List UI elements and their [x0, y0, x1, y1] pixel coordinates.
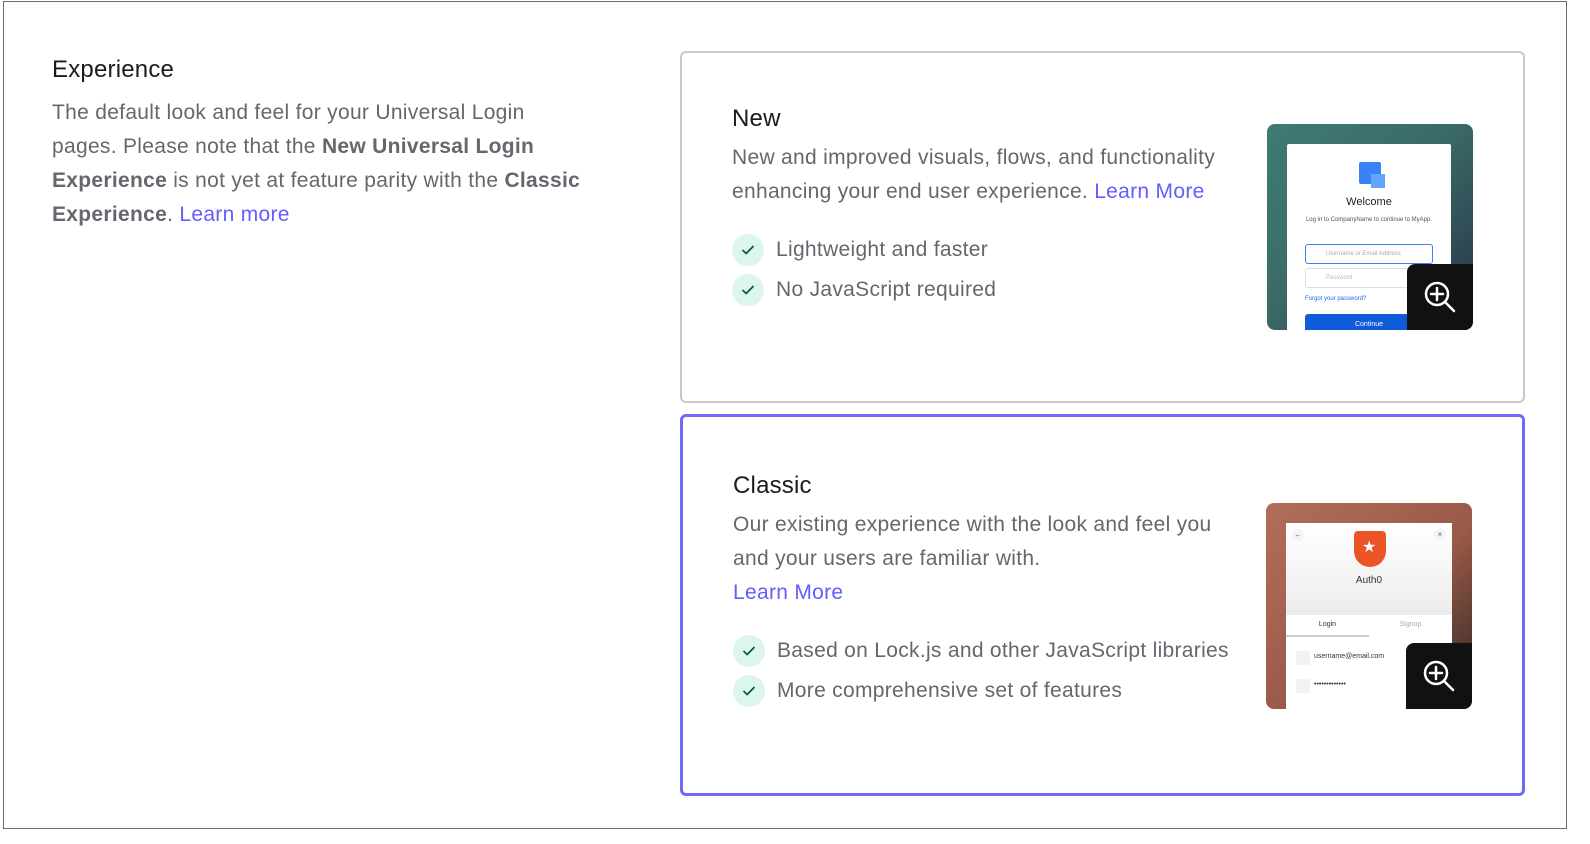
learn-more-link[interactable]: Learn more	[179, 203, 289, 226]
check-icon	[732, 234, 764, 266]
description-text: .	[167, 203, 180, 226]
preview-title: Welcome	[1346, 196, 1392, 208]
option-title: New	[732, 105, 781, 132]
option-card-new[interactable]: New New and improved visuals, flows, and…	[680, 51, 1525, 403]
experience-section: Experience The default look and feel for…	[52, 56, 592, 232]
description-text: is not yet at feature parity with the	[167, 169, 505, 192]
zoom-in-icon[interactable]	[1407, 264, 1473, 330]
close-icon: ×	[1434, 529, 1446, 541]
feature-label: No JavaScript required	[776, 278, 997, 301]
company-logo	[1359, 162, 1385, 188]
learn-more-link[interactable]: Learn More	[733, 581, 843, 604]
option-desc-text: Our existing experience with the look an…	[733, 513, 1212, 570]
option-content: Classic Our existing experience with the…	[733, 472, 1233, 714]
preview-tabs: Login Signup	[1286, 615, 1452, 637]
auth0-logo	[1354, 531, 1386, 567]
feature-label: More comprehensive set of features	[777, 679, 1123, 702]
preview-brand-name: Auth0	[1355, 575, 1383, 586]
feature-list: Lightweight and faster No JavaScript req…	[732, 233, 1232, 307]
user-icon	[1296, 651, 1310, 665]
preview-forgot-link: Forgot your password?	[1305, 296, 1367, 302]
option-content: New New and improved visuals, flows, and…	[732, 105, 1232, 313]
preview-subtitle: Log in to CompanyName to continue to MyA…	[1305, 217, 1433, 223]
preview-tab-signup: Signup	[1399, 621, 1422, 628]
check-icon	[733, 675, 765, 707]
lock-header: ← × Auth0	[1286, 523, 1452, 615]
feature-label: Lightweight and faster	[776, 238, 989, 261]
experience-panel: Experience The default look and feel for…	[3, 1, 1567, 829]
feature-label: Based on Lock.js and other JavaScript li…	[777, 639, 1229, 662]
zoom-in-icon[interactable]	[1406, 643, 1472, 709]
preview-email-field: username@email.com	[1314, 653, 1385, 660]
preview-username-field: Username or Email Address	[1305, 244, 1433, 264]
feature-list: Based on Lock.js and other JavaScript li…	[733, 634, 1233, 708]
learn-more-link[interactable]: Learn More	[1094, 180, 1204, 203]
feature-item: No JavaScript required	[732, 273, 1232, 307]
feature-item: Based on Lock.js and other JavaScript li…	[733, 634, 1233, 668]
option-card-classic[interactable]: Classic Our existing experience with the…	[680, 414, 1525, 796]
preview-thumbnail-new[interactable]: Welcome Log in to CompanyName to continu…	[1267, 124, 1473, 330]
check-icon	[732, 274, 764, 306]
preview-thumbnail-classic[interactable]: ← × Auth0 Login Signup username@email.co…	[1266, 503, 1472, 709]
back-arrow-icon: ←	[1292, 529, 1304, 541]
section-title: Experience	[52, 56, 175, 83]
feature-item: More comprehensive set of features	[733, 674, 1233, 708]
section-description: The default look and feel for your Unive…	[52, 96, 592, 232]
check-icon	[733, 635, 765, 667]
preview-tab-login: Login	[1286, 615, 1369, 637]
option-description: Our existing experience with the look an…	[733, 508, 1233, 610]
preview-password-field: •••••••••••••	[1314, 681, 1346, 688]
lock-icon	[1296, 679, 1310, 693]
option-title: Classic	[733, 472, 812, 499]
feature-item: Lightweight and faster	[732, 233, 1232, 267]
option-description: New and improved visuals, flows, and fun…	[732, 141, 1232, 209]
